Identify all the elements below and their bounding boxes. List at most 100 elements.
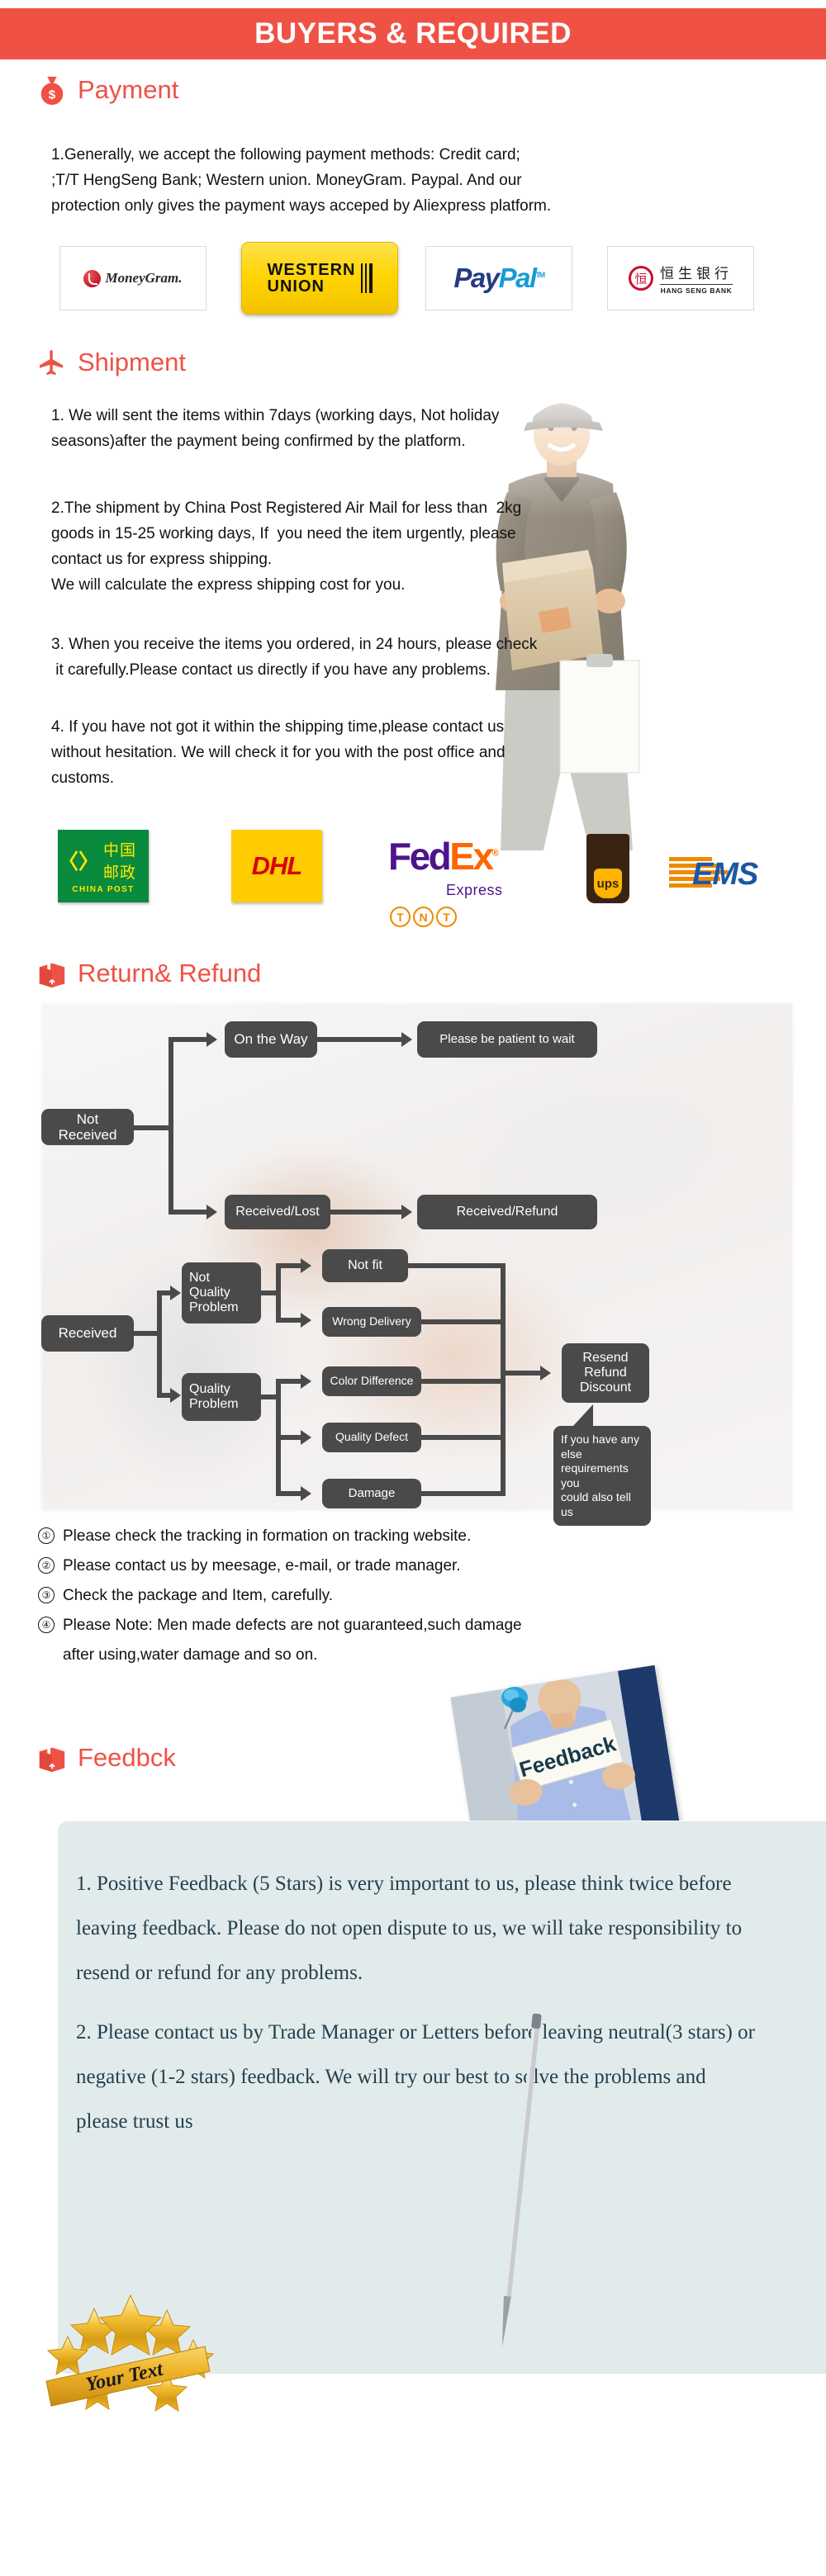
connector bbox=[169, 1210, 208, 1215]
promo-page: BUYERS & REQUIRED $ Payment 1.Generally,… bbox=[0, 0, 826, 2576]
arrow-head bbox=[301, 1313, 311, 1328]
flow-node-please-be-patient[interactable]: Please be patient to wait bbox=[417, 1021, 597, 1058]
connector bbox=[276, 1491, 304, 1496]
note-item: ③ Check the package and Item, carefully. bbox=[38, 1583, 798, 1608]
connector bbox=[421, 1379, 506, 1384]
flow-node-not-quality-problem[interactable]: Not Quality Problem bbox=[182, 1262, 261, 1324]
return-box-icon bbox=[36, 958, 68, 989]
note-item: ① Please check the tracking in formation… bbox=[38, 1523, 798, 1549]
tnt-letter-n: N bbox=[413, 907, 434, 927]
connector bbox=[169, 1037, 208, 1042]
paypal-logo: PayPalTM bbox=[425, 246, 572, 310]
shipment-paragraph-3: 3. When you receive the items you ordere… bbox=[51, 636, 538, 679]
ups-shield-icon: ups bbox=[594, 869, 622, 898]
flow-callout-other-requirements[interactable]: If you have any else requirements you co… bbox=[553, 1404, 651, 1526]
airplane-icon bbox=[36, 347, 68, 378]
flow-node-not-received[interactable]: Not Received bbox=[41, 1109, 134, 1145]
connector bbox=[157, 1290, 162, 1398]
feedback-body: 1. Positive Feedback (5 Stars) is very i… bbox=[76, 1862, 762, 2159]
note-number: ④ bbox=[38, 1617, 55, 1633]
payment-body-text: 1.Generally, we accept the following pay… bbox=[51, 146, 552, 215]
china-post-logo: 〈〉 中国邮政 CHINA POST bbox=[58, 830, 149, 902]
return-refund-notes: ① Please check the tracking in formation… bbox=[38, 1523, 798, 1668]
connector bbox=[276, 1263, 304, 1268]
flow-node-on-the-way[interactable]: On the Way bbox=[225, 1021, 317, 1058]
note-number: ③ bbox=[38, 1587, 55, 1603]
push-pin-icon bbox=[496, 1684, 534, 1731]
note-item: ② Please contact us by meesage, e-mail, … bbox=[38, 1553, 798, 1579]
fedex-express-label: Express bbox=[446, 882, 503, 898]
ups-logo: ups bbox=[586, 834, 629, 903]
section-label-return-refund: Return& Refund bbox=[78, 959, 262, 987]
arrow-head bbox=[170, 1388, 181, 1403]
connector bbox=[276, 1318, 304, 1323]
china-post-emblem-icon: 〈〉 bbox=[58, 850, 100, 874]
paypal-tm-mark: TM bbox=[535, 271, 546, 279]
western-union-logo: WESTERN UNION bbox=[241, 242, 398, 315]
section-label-feedback: Feedbck bbox=[78, 1743, 176, 1772]
tnt-logo: T N T bbox=[390, 907, 457, 927]
fedex-logo: FedEx® bbox=[388, 837, 498, 875]
page-title: BUYERS & REQUIRED bbox=[254, 17, 572, 50]
hang-seng-bank-logo: 恒生银行 HANG SENG BANK bbox=[607, 246, 754, 310]
note-number: ② bbox=[38, 1557, 55, 1574]
note-number: ① bbox=[38, 1527, 55, 1544]
flow-node-not-fit[interactable]: Not fit bbox=[322, 1249, 408, 1282]
section-heading-payment: $ Payment bbox=[36, 74, 178, 106]
hang-seng-chinese-name: 恒生银行 bbox=[660, 262, 733, 285]
connector bbox=[317, 1037, 403, 1042]
tnt-letter-t1: T bbox=[390, 907, 411, 927]
connector bbox=[421, 1319, 506, 1324]
paypal-word-pal: Pal bbox=[498, 263, 538, 293]
connector bbox=[276, 1263, 281, 1323]
arrow-head bbox=[206, 1032, 217, 1047]
feedback-paragraph-2: 2. Please contact us by Trade Manager or… bbox=[76, 2021, 755, 2133]
shipment-paragraph-1: 1. We will sent the items within 7days (… bbox=[51, 407, 500, 450]
dhl-logo: DHL bbox=[231, 830, 322, 902]
flow-node-received[interactable]: Received bbox=[41, 1315, 134, 1352]
flow-node-received-refund[interactable]: Received/Refund bbox=[417, 1195, 597, 1229]
section-label-payment: Payment bbox=[78, 75, 179, 104]
flow-node-resend-refund-discount[interactable]: Resend Refund Discount bbox=[562, 1343, 649, 1403]
section-heading-shipment: Shipment bbox=[36, 347, 186, 378]
note-text: Please contact us by meesage, e-mail, or… bbox=[63, 1557, 461, 1574]
arrow-head bbox=[301, 1258, 311, 1273]
flow-node-quality-defect[interactable]: Quality Defect bbox=[322, 1423, 421, 1452]
note-item: ④ Please Note: Men made defects are not … bbox=[38, 1612, 798, 1638]
ems-wordmark: EMS bbox=[692, 857, 758, 892]
shipment-paragraph-4: 4. If you have not got it within the shi… bbox=[51, 718, 506, 787]
section-heading-return-refund: Return& Refund bbox=[36, 958, 261, 989]
arrow-head bbox=[206, 1205, 217, 1219]
hang-seng-seal-icon bbox=[629, 266, 653, 291]
flow-node-color-difference[interactable]: Color Difference bbox=[322, 1366, 421, 1396]
fedex-word-fed: Fed bbox=[388, 835, 452, 878]
money-bag-icon: $ bbox=[36, 74, 68, 106]
connector bbox=[408, 1263, 506, 1268]
return-refund-flowchart: Not Received On the Way Please be patien… bbox=[41, 1003, 793, 1526]
moneygram-wordmark: MoneyGram. bbox=[105, 270, 183, 286]
arrow-head bbox=[301, 1374, 311, 1389]
paypal-word-pay: Pay bbox=[453, 263, 500, 293]
connector bbox=[169, 1037, 173, 1215]
note-text: Please check the tracking in formation o… bbox=[63, 1527, 472, 1545]
connector bbox=[501, 1263, 506, 1496]
flow-node-wrong-delivery[interactable]: Wrong Delivery bbox=[322, 1307, 421, 1337]
arrow-head bbox=[540, 1366, 551, 1380]
connector bbox=[421, 1435, 506, 1440]
section-heading-feedback: Feedbck bbox=[36, 1742, 176, 1773]
connector bbox=[501, 1371, 544, 1376]
tnt-letter-t2: T bbox=[436, 907, 457, 927]
moneygram-globe-icon bbox=[83, 269, 102, 287]
section-label-shipment: Shipment bbox=[78, 348, 186, 376]
flow-node-quality-problem[interactable]: Quality Problem bbox=[182, 1373, 261, 1421]
western-union-line2: UNION bbox=[267, 277, 325, 296]
arrow-head bbox=[401, 1032, 412, 1047]
connector bbox=[276, 1435, 304, 1440]
hang-seng-english-name: HANG SENG BANK bbox=[660, 286, 733, 295]
flow-node-received-lost[interactable]: Received/Lost bbox=[225, 1195, 330, 1229]
shipment-paragraph-2: 2.The shipment by China Post Registered … bbox=[51, 500, 522, 594]
connector bbox=[134, 1125, 173, 1130]
moneygram-logo: MoneyGram. bbox=[59, 246, 206, 310]
flow-node-damage[interactable]: Damage bbox=[322, 1479, 421, 1508]
note-text: Check the package and Item, carefully. bbox=[63, 1587, 334, 1604]
